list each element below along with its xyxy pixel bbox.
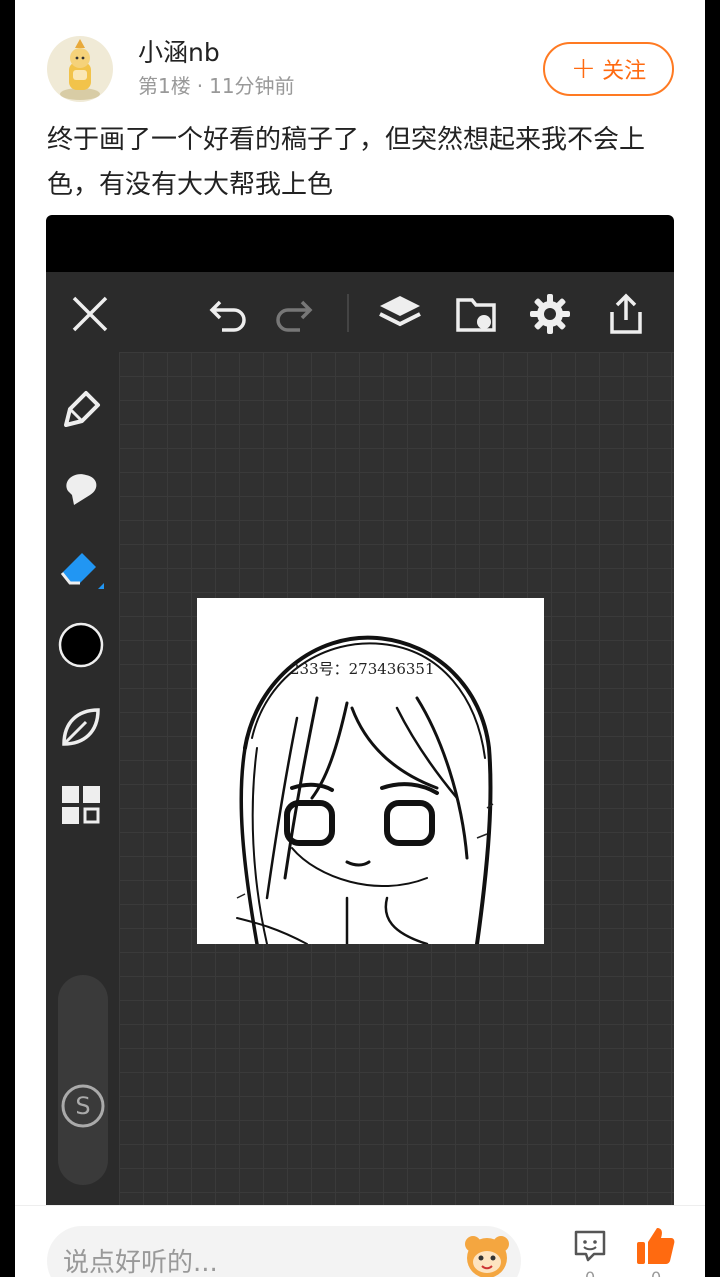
- follow-label: 关注: [602, 59, 647, 84]
- grid-icon: [62, 786, 100, 824]
- post-page: 小涵nb 第1楼 · 11分钟前 + 关注 终于画了一个好看的稿子了，但突然想起来我…: [15, 0, 705, 1277]
- leaf-icon: [62, 708, 100, 746]
- follow-button[interactable]: + 关注: [543, 42, 674, 96]
- folder-icon: [456, 298, 496, 332]
- pen-icon: [64, 391, 100, 427]
- mascot-icon[interactable]: [461, 1230, 513, 1277]
- share-icon: [610, 293, 642, 334]
- layers-icon: [379, 296, 421, 327]
- post-text: 终于画了一个好看的稿子了，但突然想起来我不会上色，有没有大大帮我上色: [47, 125, 646, 200]
- redo-icon: [276, 300, 313, 332]
- floor-label: 第1楼: [138, 74, 191, 98]
- comment-placeholder: 说点好听的...: [63, 1248, 218, 1277]
- comment-input[interactable]: 说点好听的...: [47, 1226, 521, 1277]
- s-icon: S: [61, 1084, 105, 1128]
- svg-text:S: S: [75, 1092, 90, 1120]
- post-time: 11分钟前: [209, 74, 295, 98]
- smudge-icon: [66, 474, 97, 505]
- comment-icon[interactable]: [572, 1228, 608, 1264]
- username[interactable]: 小涵nb: [138, 33, 220, 69]
- comment-count: 0: [585, 1268, 595, 1277]
- plus-icon: +: [570, 51, 597, 86]
- close-icon: [72, 296, 108, 332]
- toolbar-divider: [347, 294, 349, 332]
- color-swatch: [58, 622, 104, 668]
- brush-size-slider[interactable]: S: [58, 975, 108, 1185]
- gear-icon: [530, 294, 570, 334]
- undo-icon: [209, 300, 246, 332]
- eraser-icon: [60, 553, 104, 589]
- thumbs-up-icon[interactable]: [635, 1226, 675, 1266]
- watermark-text: 233号：273436351: [290, 660, 435, 678]
- like-count: 0: [651, 1268, 661, 1277]
- bottom-bar: 说点好听的... 0 0: [15, 1205, 705, 1277]
- post-meta: 第1楼 · 11分钟前: [138, 70, 295, 99]
- app-toolbar: [46, 272, 674, 352]
- sketch-canvas: 233号：273436351: [197, 598, 544, 946]
- sketch-drawing: [236, 635, 494, 946]
- tool-sidebar: S: [46, 352, 119, 1205]
- meta-separator: ·: [196, 74, 204, 98]
- post-image[interactable]: S 233号：273436351: [46, 215, 674, 1205]
- avatar[interactable]: [47, 36, 113, 102]
